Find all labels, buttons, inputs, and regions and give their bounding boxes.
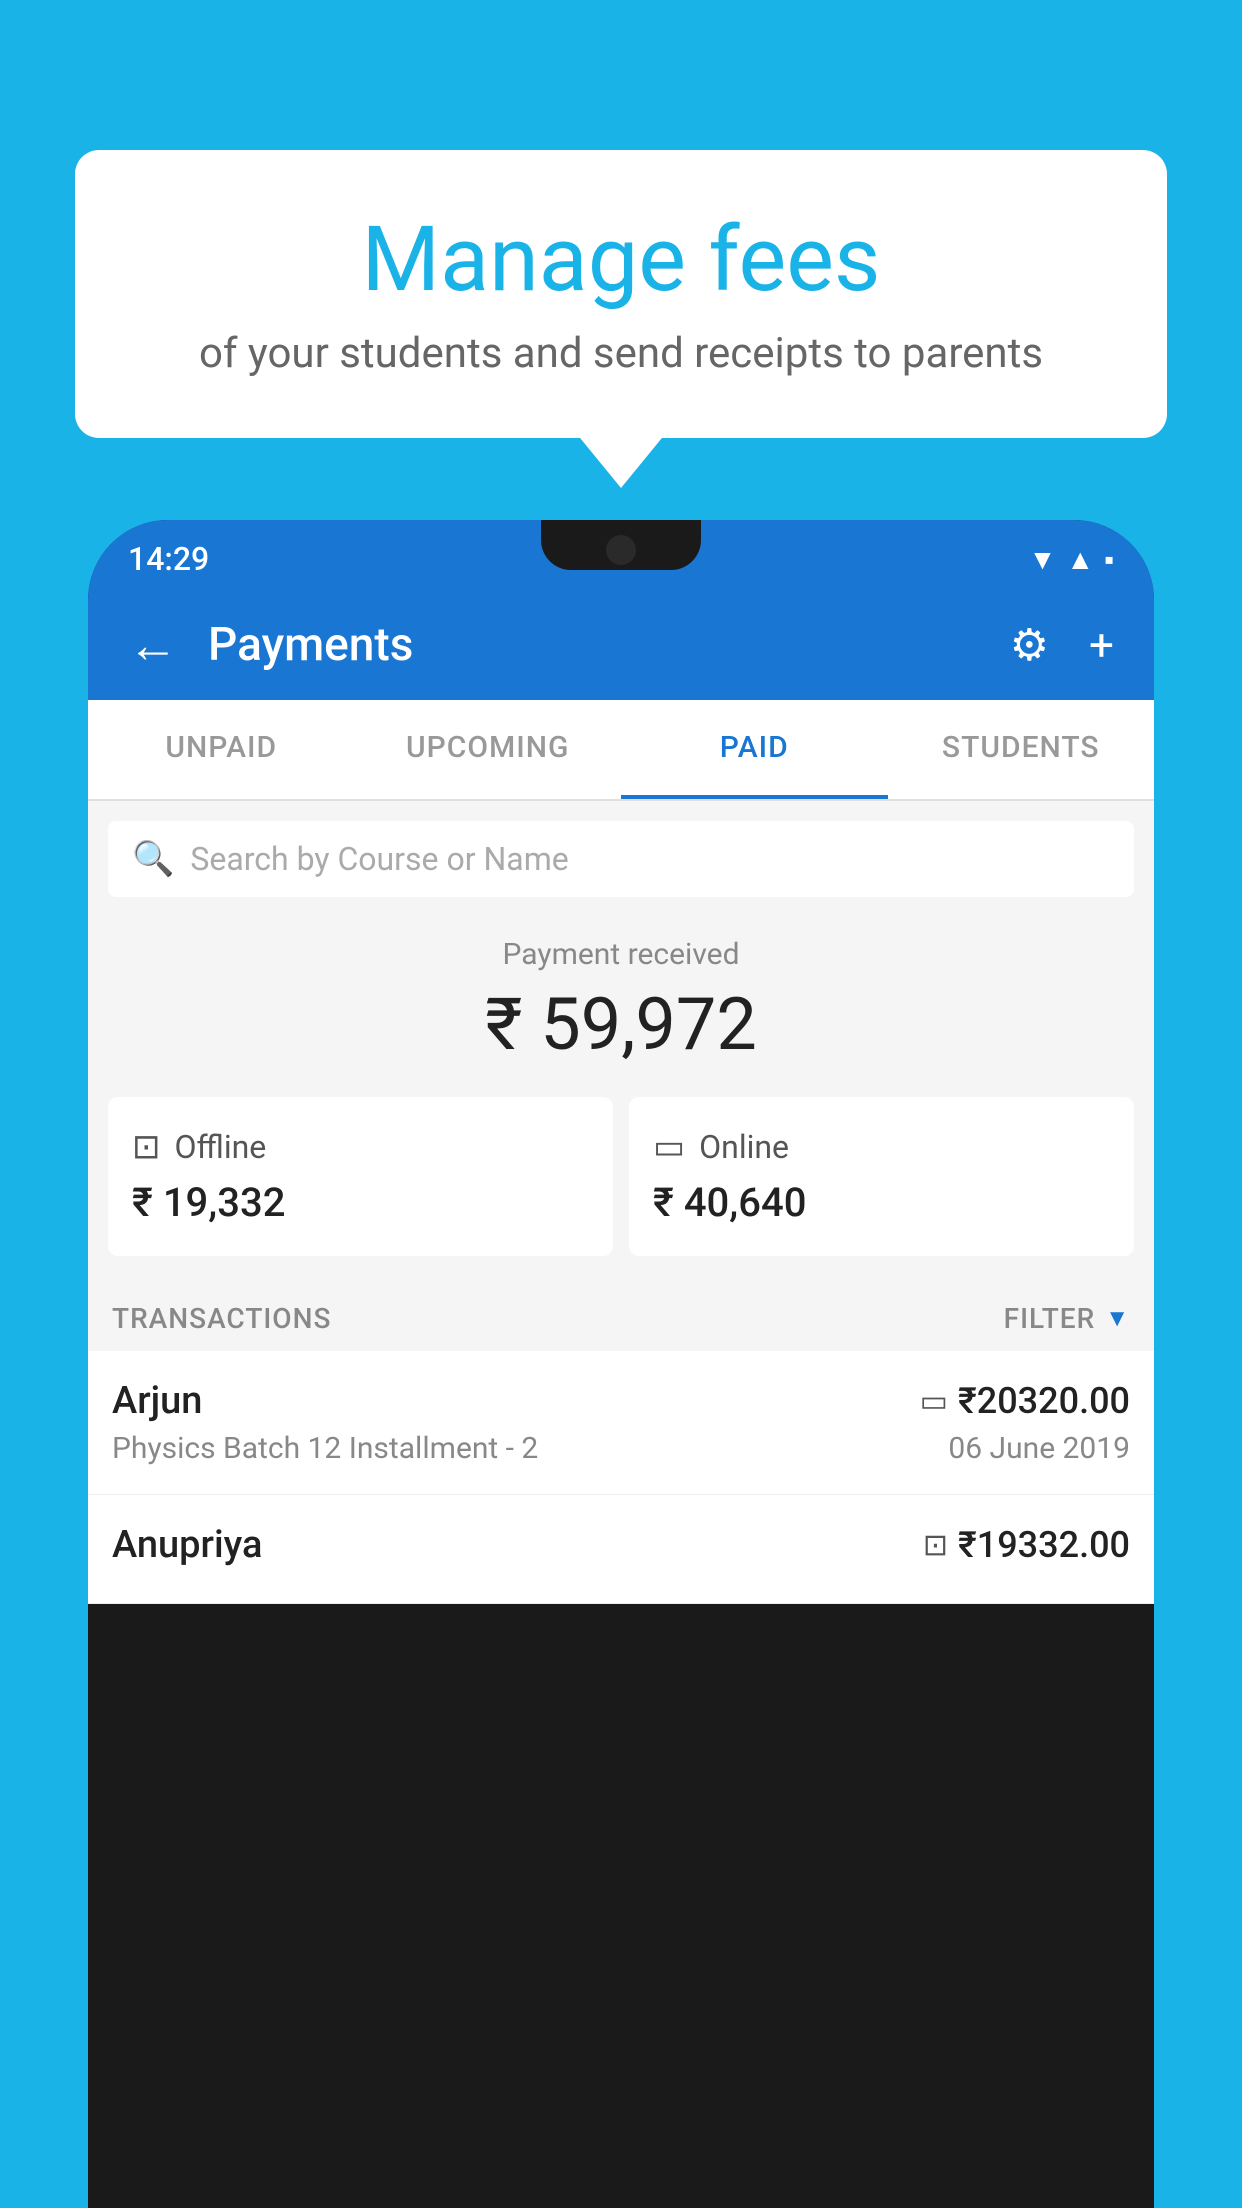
- transactions-label: TRANSACTIONS: [112, 1302, 331, 1335]
- speech-bubble-container: Manage fees of your students and send re…: [75, 150, 1167, 438]
- speech-bubble-subtitle: of your students and send receipts to pa…: [155, 329, 1087, 378]
- gear-icon[interactable]: ⚙: [1000, 609, 1059, 681]
- filter-label: FILTER: [1004, 1302, 1096, 1335]
- wifi-icon: ▼: [1029, 543, 1057, 576]
- phone-camera: [606, 535, 636, 565]
- app-title: Payments: [208, 618, 980, 672]
- payment-type-icon: ⊡: [923, 1528, 948, 1563]
- status-time: 14:29: [128, 540, 209, 578]
- transaction-name: Anupriya: [112, 1523, 262, 1567]
- filter-icon: ▼: [1105, 1304, 1130, 1333]
- battery-icon: ▪: [1104, 543, 1114, 576]
- transaction-amount: ₹19332.00: [958, 1524, 1130, 1566]
- offline-icon: ⊡: [132, 1127, 161, 1167]
- back-button[interactable]: ←: [118, 606, 188, 685]
- app-bar: ← Payments ⚙ +: [88, 590, 1154, 700]
- speech-bubble: Manage fees of your students and send re…: [75, 150, 1167, 438]
- transaction-amount: ₹20320.00: [958, 1380, 1130, 1422]
- transaction-course: Physics Batch 12 Installment - 2: [112, 1431, 538, 1466]
- payment-cards-row: ⊡ Offline ₹ 19,332 ▭ Online ₹ 40,640: [88, 1097, 1154, 1286]
- offline-amount: ₹ 19,332: [132, 1179, 589, 1226]
- offline-card-header: ⊡ Offline: [132, 1127, 589, 1167]
- online-icon: ▭: [653, 1127, 685, 1167]
- tab-upcoming[interactable]: UPCOMING: [355, 700, 622, 799]
- phone-notch: [541, 520, 701, 570]
- transactions-header: TRANSACTIONS FILTER ▼: [88, 1286, 1154, 1351]
- online-label: Online: [699, 1128, 789, 1166]
- transaction-bottom: Physics Batch 12 Installment - 2 06 June…: [112, 1431, 1130, 1466]
- payment-received-label: Payment received: [108, 937, 1134, 972]
- payment-type-icon: ▭: [920, 1384, 948, 1419]
- status-icons: ▼ ▲ ▪: [1029, 543, 1114, 576]
- online-card: ▭ Online ₹ 40,640: [629, 1097, 1134, 1256]
- signal-icon: ▲: [1066, 543, 1094, 576]
- search-input[interactable]: Search by Course or Name: [190, 840, 568, 878]
- payment-received-amount: ₹ 59,972: [108, 982, 1134, 1067]
- phone-frame: 14:29 ▼ ▲ ▪ ← Payments ⚙ + UNPAID UPCOMI…: [88, 520, 1154, 2208]
- offline-label: Offline: [175, 1128, 267, 1166]
- transaction-top: Arjun ▭ ₹20320.00: [112, 1379, 1130, 1423]
- transaction-amount-container: ⊡ ₹19332.00: [923, 1524, 1130, 1566]
- tab-students[interactable]: STUDENTS: [888, 700, 1155, 799]
- table-row[interactable]: Arjun ▭ ₹20320.00 Physics Batch 12 Insta…: [88, 1351, 1154, 1495]
- search-icon: 🔍: [132, 839, 174, 879]
- transaction-date: 06 June 2019: [948, 1431, 1130, 1466]
- tab-paid[interactable]: PAID: [621, 700, 888, 799]
- table-row[interactable]: Anupriya ⊡ ₹19332.00: [88, 1495, 1154, 1604]
- add-button[interactable]: +: [1079, 609, 1124, 681]
- transaction-name: Arjun: [112, 1379, 202, 1423]
- transaction-top: Anupriya ⊡ ₹19332.00: [112, 1523, 1130, 1567]
- online-amount: ₹ 40,640: [653, 1179, 1110, 1226]
- online-card-header: ▭ Online: [653, 1127, 1110, 1167]
- speech-bubble-title: Manage fees: [155, 210, 1087, 309]
- filter-button[interactable]: FILTER ▼: [1004, 1302, 1130, 1335]
- phone-content: 🔍 Search by Course or Name Payment recei…: [88, 801, 1154, 1604]
- offline-card: ⊡ Offline ₹ 19,332: [108, 1097, 613, 1256]
- transaction-amount-container: ▭ ₹20320.00: [920, 1380, 1130, 1422]
- tab-unpaid[interactable]: UNPAID: [88, 700, 355, 799]
- search-bar[interactable]: 🔍 Search by Course or Name: [108, 821, 1134, 897]
- payment-received-section: Payment received ₹ 59,972: [88, 897, 1154, 1097]
- tabs: UNPAID UPCOMING PAID STUDENTS: [88, 700, 1154, 801]
